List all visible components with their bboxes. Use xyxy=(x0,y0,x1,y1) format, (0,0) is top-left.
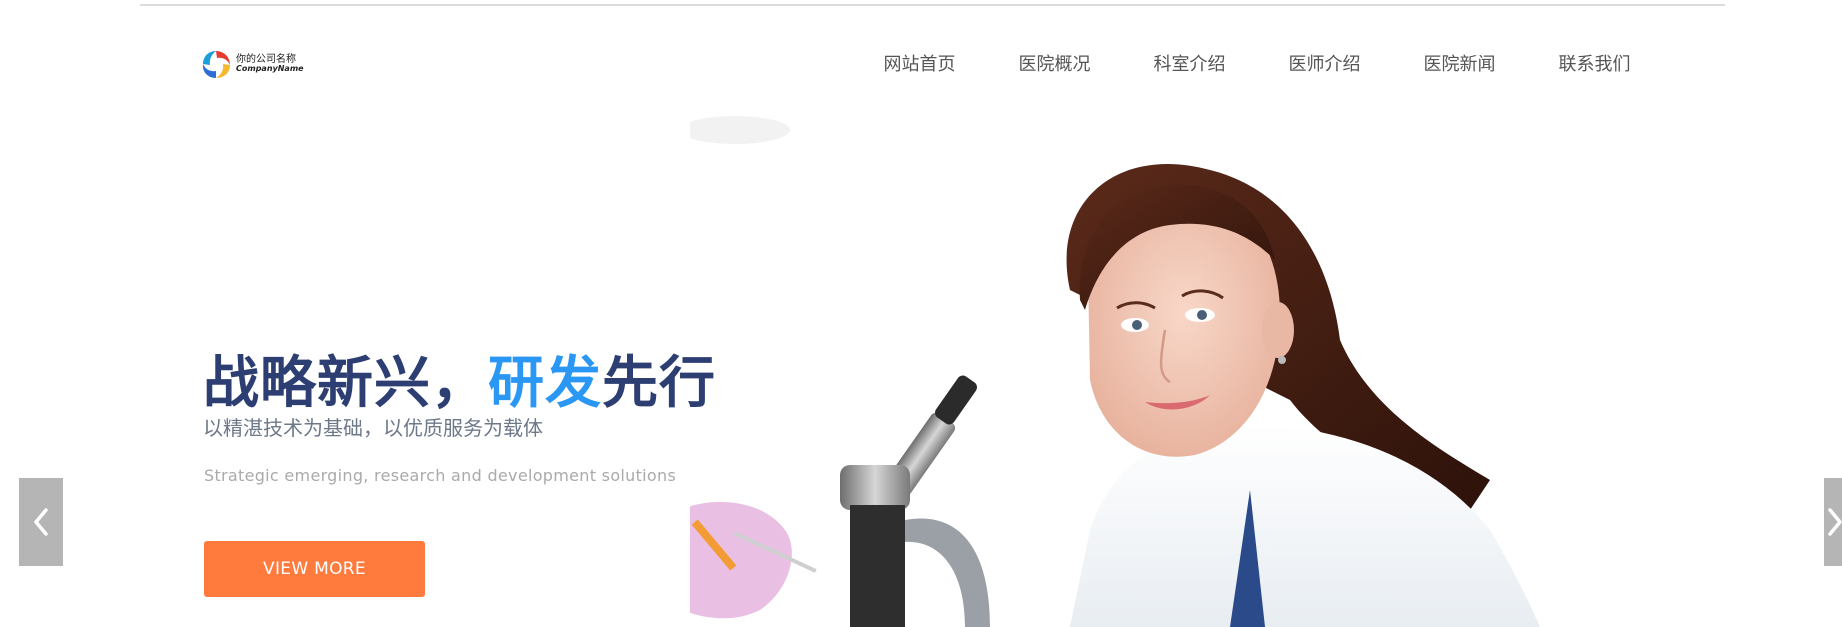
hero-banner: 战略新兴，研发先行 以精湛技术为基础，以优质服务为载体 Strategic em… xyxy=(0,110,1842,627)
hero-title-highlight: 研发 xyxy=(488,351,602,416)
hero-title-part3: 先行 xyxy=(602,351,716,416)
nav-item-departments[interactable]: 科室介绍 xyxy=(1122,50,1257,76)
nav-item-doctors[interactable]: 医师介绍 xyxy=(1257,50,1392,76)
nav-item-hospital-overview[interactable]: 医院概况 xyxy=(987,50,1122,76)
slider-next-button[interactable] xyxy=(1824,478,1842,566)
hero-title: 战略新兴，研发先行 xyxy=(203,338,716,419)
nav-item-news[interactable]: 医院新闻 xyxy=(1392,50,1527,76)
logo-company-name-en: CompanyName xyxy=(236,64,304,74)
top-divider xyxy=(0,0,1842,10)
hero-title-part1: 战略新兴， xyxy=(203,351,488,416)
nav-item-home[interactable]: 网站首页 xyxy=(852,50,987,76)
site-header: 你的公司名称 CompanyName 网站首页 医院概况 科室介绍 医师介绍 医… xyxy=(0,10,1842,110)
hero-subtitle-cn: 以精湛技术为基础，以优质服务为载体 xyxy=(203,416,543,440)
logo-icon xyxy=(202,51,230,78)
slider-prev-button[interactable] xyxy=(19,478,63,566)
main-nav: 网站首页 医院概况 科室介绍 医师介绍 医院新闻 联系我们 xyxy=(852,50,1662,76)
chevron-left-icon xyxy=(34,508,48,536)
hero-subtitle-en: Strategic emerging, research and develop… xyxy=(204,466,677,485)
chevron-right-icon xyxy=(1828,508,1842,536)
company-logo[interactable]: 你的公司名称 CompanyName xyxy=(200,44,320,84)
nav-item-contact[interactable]: 联系我们 xyxy=(1527,50,1662,76)
view-more-button[interactable]: VIEW MORE xyxy=(204,541,425,597)
scientist-with-microscope-image xyxy=(690,116,1540,627)
